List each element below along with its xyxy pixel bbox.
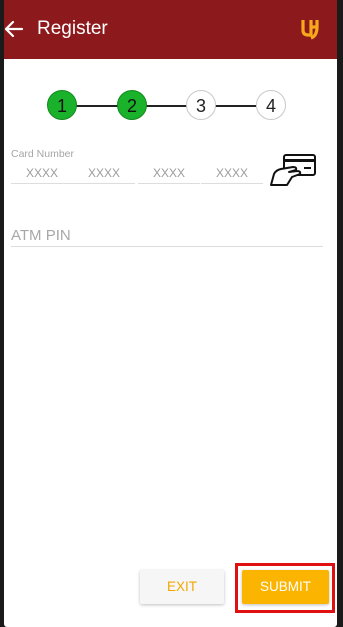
bank-logo-icon bbox=[301, 20, 319, 40]
atm-pin-input[interactable]: ATM PIN bbox=[11, 226, 323, 247]
registration-stepper: 1 2 3 4 bbox=[4, 88, 337, 124]
step-connector bbox=[214, 105, 256, 107]
app-bar: Register bbox=[4, 0, 337, 59]
step-4: 4 bbox=[256, 90, 286, 120]
card-number-field-2[interactable]: XXXX bbox=[73, 163, 135, 184]
step-connector bbox=[146, 105, 188, 107]
app-screen: Register 1 2 3 4 Card Number XXXX XXXX X… bbox=[4, 0, 337, 627]
card-number-field-1[interactable]: XXXX bbox=[11, 163, 73, 184]
step-3: 3 bbox=[186, 90, 216, 120]
step-1: 1 bbox=[47, 90, 77, 120]
page-title: Register bbox=[37, 18, 108, 39]
credit-card-icon bbox=[270, 154, 316, 186]
step-connector bbox=[76, 105, 120, 107]
submit-button[interactable]: SUBMIT bbox=[242, 570, 329, 604]
card-number-field-3[interactable]: XXXX bbox=[138, 163, 200, 184]
arrow-left-icon[interactable] bbox=[4, 17, 26, 41]
step-2: 2 bbox=[117, 90, 147, 120]
card-number-field-4[interactable]: XXXX bbox=[201, 163, 263, 184]
card-number-label: Card Number bbox=[11, 148, 75, 160]
exit-button[interactable]: EXIT bbox=[140, 570, 224, 604]
